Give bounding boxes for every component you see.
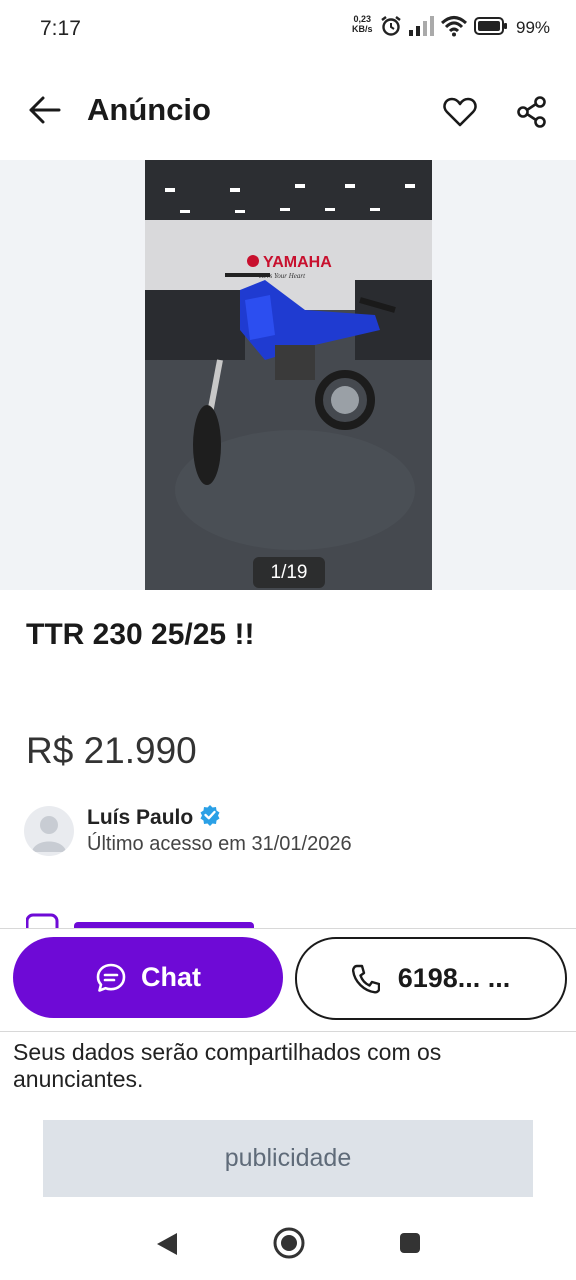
listing-price: R$ 21.990 [26,730,197,771]
nav-home-icon[interactable] [272,1226,306,1265]
network-speed-unit: KB/s [352,24,373,34]
phone-icon [351,964,380,994]
alarm-icon [380,15,402,42]
photo-brand-text: YAMAHA [263,254,332,271]
seller-last-seen: Último acesso em 31/01/2026 [87,833,352,855]
wifi-icon [440,15,468,42]
chat-bubble-icon [96,963,126,992]
nav-back-icon[interactable] [155,1231,179,1262]
photo-counter: 1/19 [253,557,325,588]
seller-name-row[interactable]: Luís Paulo [87,804,221,832]
system-nav-bar [0,1210,576,1280]
ad-banner[interactable]: publicidade [43,1120,533,1197]
chat-button[interactable]: Chat [13,937,283,1018]
status-time: 7:17 [40,17,81,40]
app-bar: Anúncio [0,72,576,150]
status-icons: 99% [380,15,551,42]
verified-badge-icon [199,804,221,832]
battery-icon [474,16,508,40]
battery-percent: 99% [516,18,551,37]
listing-title: TTR 230 25/25 !! [26,618,255,651]
seller-info[interactable]: Luís Paulo Último acesso em 31/01/2026 [24,800,544,864]
divider [0,1031,576,1032]
back-button[interactable] [24,90,64,130]
avatar[interactable] [24,806,74,856]
signal-icon [408,15,434,41]
heart-icon [443,97,477,127]
network-speed: 0,23 KB/s [352,14,373,34]
data-sharing-disclaimer: Seus dados serão compartilhados com os a… [13,1039,442,1092]
listing-photo[interactable]: YAMAHA Revs Your Heart [145,160,432,590]
bottom-action-panel: Chat 6198... ... Seus dados serão compar… [0,928,576,1219]
share-button[interactable] [510,90,554,134]
phone-number-label: 6198... ... [397,963,511,993]
page-title: Anúncio [87,92,211,127]
favorite-button[interactable] [438,90,482,134]
nav-recents-icon[interactable] [398,1231,422,1260]
network-speed-value: 0,23 [353,14,372,24]
seller-name[interactable]: Luís Paulo [87,806,193,830]
share-icon [517,96,546,128]
status-bar: 7:17 0,23 KB/s 99% [0,0,576,58]
back-arrow-icon [29,96,61,124]
call-button[interactable]: 6198... ... [295,937,567,1020]
photo-gallery[interactable]: YAMAHA Revs Your Heart [0,160,576,590]
ad-banner-label: publicidade [224,1144,352,1172]
chat-button-label: Chat [141,962,201,992]
